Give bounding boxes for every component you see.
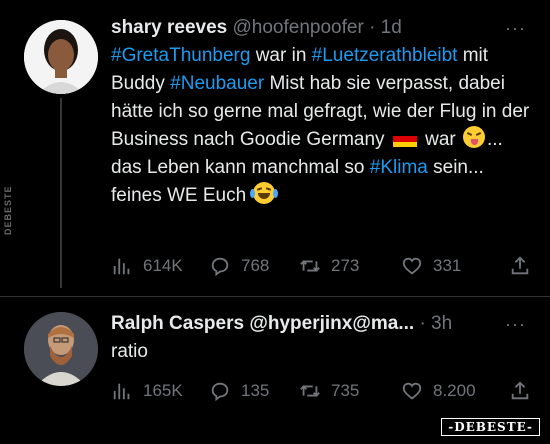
tweet-actions: 614K 768 273 331 bbox=[111, 251, 531, 281]
tweet-text: #GretaThunberg war in #Luetzerathbleibt … bbox=[111, 42, 531, 210]
like-button[interactable]: 331 bbox=[401, 251, 461, 281]
hashtag-link[interactable]: #Neubauer bbox=[170, 73, 264, 94]
tweet-card[interactable]: Ralph Caspers @hyperjinx@ma... · 3h ··· … bbox=[0, 296, 550, 416]
views-button[interactable]: 614K bbox=[111, 251, 183, 281]
retweet-arrows-icon bbox=[300, 260, 320, 272]
views-count: 165K bbox=[143, 381, 183, 400]
tweet-header: Ralph Caspers @hyperjinx@ma... · 3h bbox=[111, 310, 530, 338]
more-options-icon[interactable]: ··· bbox=[505, 310, 526, 338]
more-options-icon[interactable]: ··· bbox=[505, 14, 526, 42]
tweet-text: ratio bbox=[111, 341, 148, 362]
tears-of-joy-emoji-icon bbox=[250, 182, 279, 204]
like-count: 331 bbox=[433, 256, 462, 275]
author-handle[interactable]: @hyperjinx@ma... bbox=[249, 313, 414, 334]
speech-bubble-icon bbox=[211, 257, 229, 277]
tweet-header: shary reeves @hoofenpoofer · 1d bbox=[111, 14, 530, 42]
share-button[interactable] bbox=[509, 251, 541, 281]
tweet-actions: 165K 135 735 8.200 bbox=[111, 376, 531, 406]
retweet-arrows-icon bbox=[300, 385, 320, 397]
separator-dot: · bbox=[369, 17, 376, 38]
tweet-card[interactable]: shary reeves @hoofenpoofer · 1d ··· #Gre… bbox=[0, 0, 550, 296]
reply-button[interactable]: 768 bbox=[209, 251, 269, 281]
hashtag-link[interactable]: #GretaThunberg bbox=[111, 45, 250, 66]
separator-dot: · bbox=[419, 313, 426, 334]
text-run: war bbox=[419, 129, 461, 150]
avatar[interactable] bbox=[24, 20, 98, 94]
author-name[interactable]: Ralph Caspers bbox=[111, 313, 244, 334]
share-upload-icon bbox=[511, 381, 529, 400]
author-handle[interactable]: @hoofenpoofer bbox=[233, 17, 364, 38]
speech-bubble-icon bbox=[211, 382, 229, 402]
timestamp[interactable]: 3h bbox=[431, 313, 452, 334]
like-button[interactable]: 8.200 bbox=[401, 376, 476, 406]
hashtag-link[interactable]: #Klima bbox=[370, 157, 428, 178]
heart-icon bbox=[402, 382, 422, 400]
germany-flag-icon bbox=[392, 131, 417, 147]
side-watermark: DEBESTE bbox=[3, 185, 13, 235]
avatar[interactable] bbox=[24, 312, 98, 386]
timestamp[interactable]: 1d bbox=[381, 17, 402, 38]
share-upload-icon bbox=[511, 256, 529, 275]
text-run: war in bbox=[250, 45, 312, 66]
retweet-button[interactable]: 735 bbox=[299, 376, 359, 406]
squinting-tongue-emoji-icon bbox=[463, 126, 485, 148]
bar-chart-icon bbox=[113, 258, 130, 275]
reply-button[interactable]: 135 bbox=[209, 376, 269, 406]
views-count: 614K bbox=[143, 256, 183, 275]
heart-icon bbox=[402, 257, 422, 275]
author-name[interactable]: shary reeves bbox=[111, 17, 227, 38]
share-button[interactable] bbox=[509, 376, 541, 406]
views-button[interactable]: 165K bbox=[111, 376, 183, 406]
retweet-count: 735 bbox=[331, 381, 360, 400]
like-count: 8.200 bbox=[433, 381, 476, 400]
corner-watermark-logo: -DEBESTE- bbox=[441, 418, 540, 436]
thread-connector-line bbox=[60, 98, 62, 288]
hashtag-link[interactable]: #Luetzerathbleibt bbox=[312, 45, 458, 66]
reply-count: 768 bbox=[241, 256, 270, 275]
bar-chart-icon bbox=[113, 383, 130, 400]
retweet-button[interactable]: 273 bbox=[299, 251, 359, 281]
retweet-count: 273 bbox=[331, 256, 360, 275]
reply-count: 135 bbox=[241, 381, 270, 400]
